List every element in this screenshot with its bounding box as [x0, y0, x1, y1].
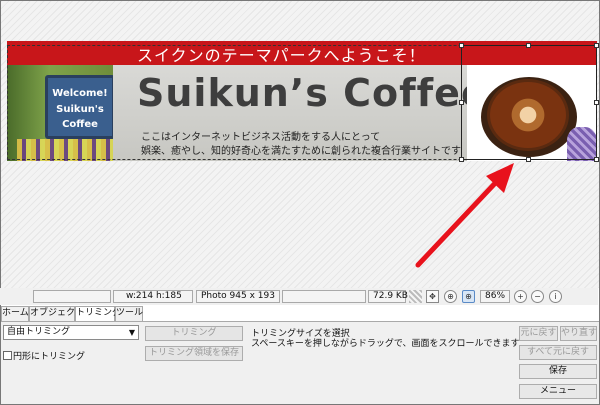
- selection-size: w:214 h:185: [113, 290, 193, 303]
- circle-trim-checkbox[interactable]: 円形にトリミング: [3, 349, 85, 362]
- crop-handle-bl[interactable]: [459, 157, 464, 162]
- crop-handle-tl[interactable]: [459, 43, 464, 48]
- zoom-fit-icon[interactable]: ⊕: [444, 290, 457, 303]
- trimming-panel: 自由トリミング ▼ 円形にトリミング トリミング トリミング領域を保存 トリミン…: [1, 321, 599, 404]
- circle-trim-label: 円形にトリミング: [13, 352, 86, 362]
- ribbon-tabs: ホーム オブジェクト トリミング ツール: [1, 306, 599, 321]
- crop-handle-r[interactable]: [594, 100, 599, 105]
- banner-top-text: スイクンのテーマパークへようこそ！: [137, 46, 426, 65]
- photo-size: Photo 945 x 193: [196, 290, 280, 303]
- checkbox-box[interactable]: [3, 351, 12, 360]
- banner-description-1: ここはインターネットビジネス活動をする人にとって: [141, 132, 381, 143]
- tab-object[interactable]: オブジェクト: [29, 306, 84, 321]
- menu-button[interactable]: メニュー: [519, 384, 597, 399]
- banner-title: Suikun’s Coffee: [137, 71, 488, 115]
- info-icon[interactable]: i: [549, 290, 562, 303]
- trim-hint-2: スペースキーを押しながらドラッグで、画面をスクロールできます: [251, 339, 520, 349]
- crop-handle-t[interactable]: [526, 43, 531, 48]
- status-empty-2: [282, 290, 366, 303]
- image-canvas[interactable]: スイクンのテーマパークへようこそ！ Welcome! Suikun's Coff…: [1, 1, 599, 288]
- fit-screen-icon[interactable]: ✥: [426, 290, 439, 303]
- crop-handle-l[interactable]: [459, 100, 464, 105]
- transparency-icon[interactable]: [409, 290, 422, 303]
- trim-button[interactable]: トリミング: [145, 326, 243, 341]
- save-button[interactable]: 保存: [519, 364, 597, 379]
- tab-home[interactable]: ホーム: [1, 306, 29, 321]
- status-empty-1: [33, 290, 111, 303]
- status-bar: w:214 h:185 Photo 945 x 193 72.9 KB ✥ ⊕ …: [0, 288, 598, 305]
- redo-button[interactable]: やり直す: [560, 326, 597, 341]
- crop-handle-b[interactable]: [526, 157, 531, 162]
- zoom-in-icon[interactable]: +: [514, 290, 527, 303]
- sign-line-2: Suikun's: [56, 104, 104, 115]
- sign-line-1: Welcome!: [52, 88, 108, 99]
- tab-tools[interactable]: ツール: [115, 306, 143, 321]
- undo-button[interactable]: 元に戻す: [519, 326, 558, 341]
- trim-mode-value: 自由トリミング: [7, 327, 71, 337]
- banner-description-2: 娯楽、癒やし、知的好奇心を満たすために創られた複合行業サイトです: [141, 146, 461, 157]
- sign-line-3: Coffee: [62, 119, 98, 130]
- tab-trimming[interactable]: トリミング: [75, 306, 121, 321]
- crop-selection-box[interactable]: [459, 43, 599, 162]
- undo-all-button[interactable]: すべて元に戻す: [519, 345, 597, 360]
- flowers: [17, 139, 113, 161]
- crop-handle-tr[interactable]: [594, 43, 599, 48]
- save-trim-area-button[interactable]: トリミング領域を保存: [145, 346, 243, 361]
- zoom-level: 86%: [480, 290, 510, 303]
- file-size: 72.9 KB: [368, 290, 408, 303]
- chevron-down-icon: ▼: [128, 328, 135, 337]
- crop-handle-br[interactable]: [594, 157, 599, 162]
- actual-size-icon[interactable]: ⊕: [462, 290, 475, 303]
- welcome-sign: Welcome! Suikun's Coffee: [45, 75, 115, 139]
- zoom-out-icon[interactable]: −: [531, 290, 544, 303]
- trim-mode-select[interactable]: 自由トリミング ▼: [3, 325, 139, 340]
